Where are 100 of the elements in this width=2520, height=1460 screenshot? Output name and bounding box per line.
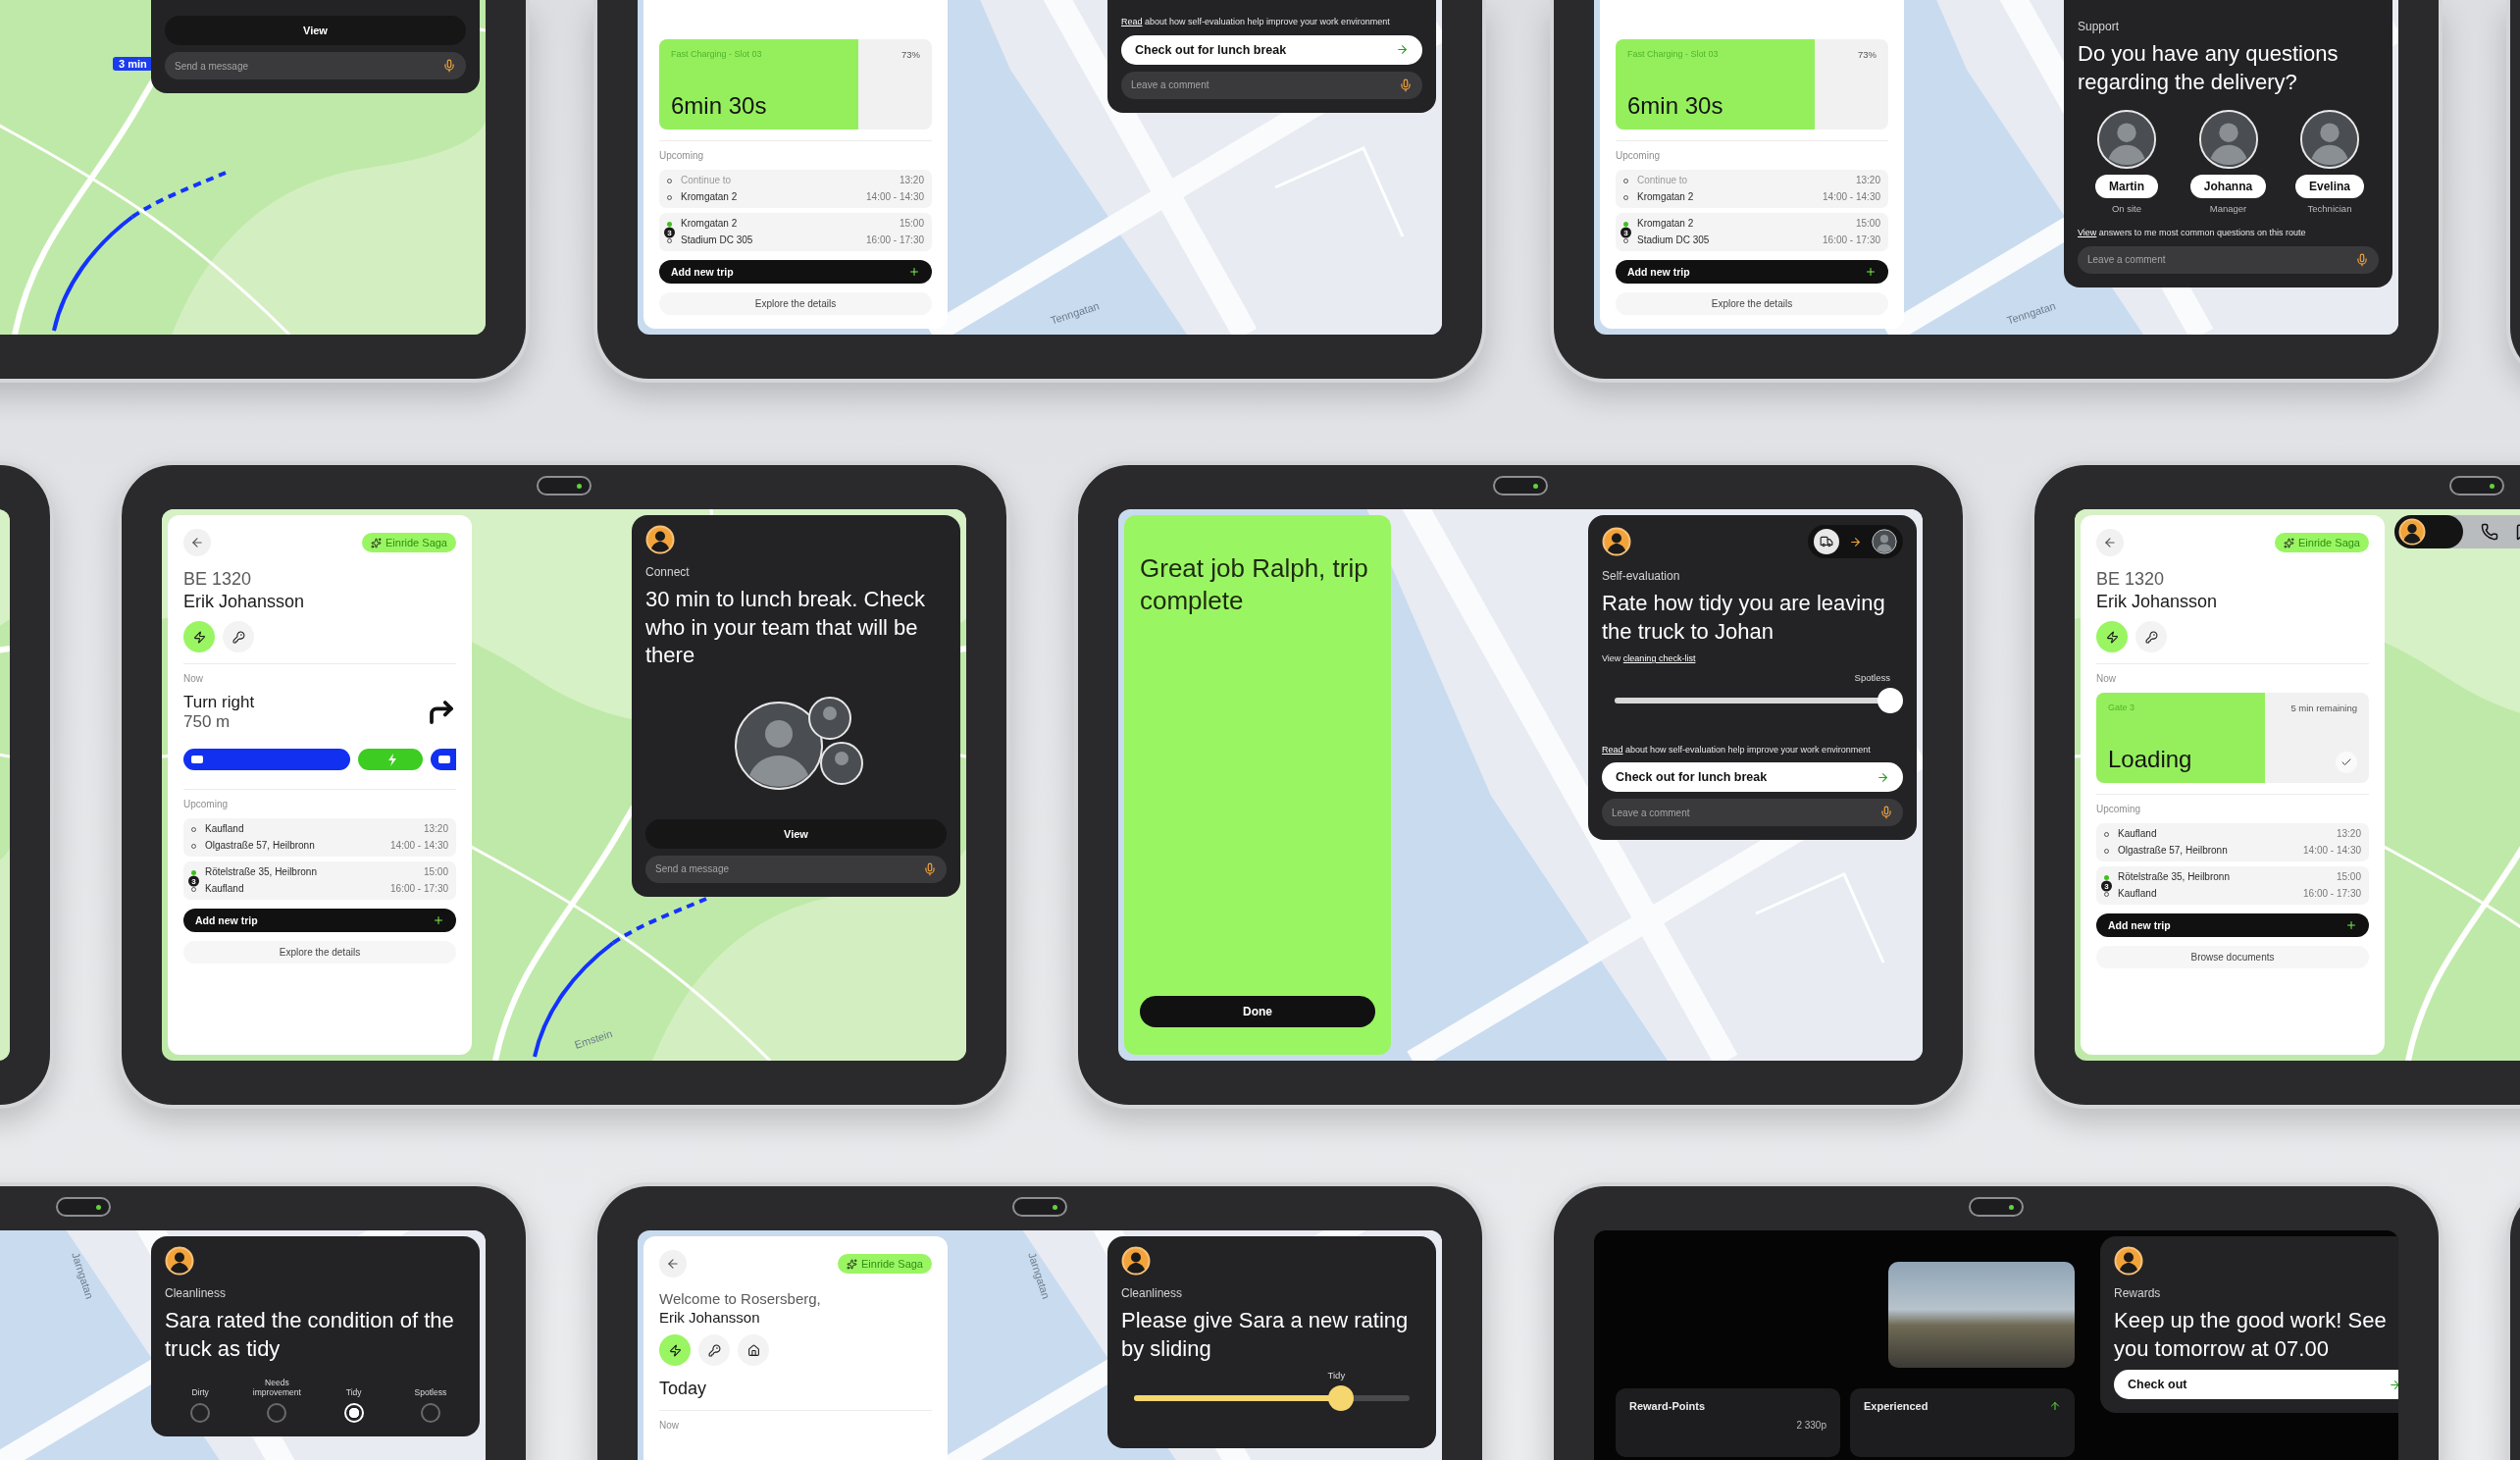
link[interactable]: Read <box>1602 744 1623 755</box>
key-icon <box>231 630 245 644</box>
done-button[interactable]: Done <box>1140 996 1375 1027</box>
link[interactable]: Read <box>1121 17 1143 26</box>
add-trip-button[interactable]: Add new trip <box>2096 913 2369 937</box>
view-button[interactable]: View <box>165 16 466 45</box>
checkout-button[interactable]: Check out for lunch break <box>1602 762 1903 793</box>
section-label: Now <box>183 673 204 684</box>
rating-option[interactable]: Spotless <box>394 1378 466 1424</box>
completion-heading: Great job Ralph, trip complete <box>1140 552 1369 616</box>
stop-time: 13:20 <box>423 823 448 835</box>
camera-drawing <box>1493 476 1548 495</box>
microphone-icon[interactable] <box>2355 252 2369 267</box>
plus-icon <box>2345 919 2357 931</box>
lightning-icon <box>192 630 206 644</box>
status-title: 6min 30s <box>1627 92 1724 120</box>
back-button[interactable] <box>183 529 211 556</box>
stop-time: 16:00 - 17:30 <box>390 883 448 895</box>
link[interactable]: View <box>2078 228 2097 238</box>
trip-group[interactable]: Continue to 13:20 Kromgatan 2 14:00 - 14:30 <box>659 170 932 208</box>
card-title: Rate how tidy you are leaving the truck to Johan <box>1602 590 1886 646</box>
stop-name: Kaufland <box>205 883 245 895</box>
stop-time: 14:00 - 14:30 <box>390 840 448 852</box>
trip-group[interactable]: Kaufland 13:20 Olgastraße 57, Heilbronn 14:00 - 14:30 <box>2096 823 2369 861</box>
mode-button[interactable] <box>2096 621 2128 652</box>
day-heading: Today <box>659 1379 708 1399</box>
comment-field[interactable]: Leave a comment <box>2078 245 2379 274</box>
comment-field[interactable]: Leave a comment <box>1121 71 1422 99</box>
microphone-icon[interactable] <box>442 59 456 73</box>
trip-group[interactable]: Kaufland 13:20 Olgastraße 57, Heilbronn 14:00 - 14:30 <box>183 818 456 857</box>
details-button[interactable]: Browse documents <box>2096 946 2369 968</box>
phone-icon[interactable] <box>2481 523 2498 541</box>
trip-group[interactable]: Continue to 13:20 Kromgatan 2 14:00 - 14:30 <box>1616 170 1888 208</box>
checkout-button[interactable]: Check out for lunch break <box>1121 34 1422 65</box>
camera-drawing <box>1969 1197 2024 1217</box>
card-title: 30 min to lunch break. Check who in your team that will be there <box>645 586 926 670</box>
stop-name: Kaufland <box>2118 828 2158 840</box>
add-trip-button[interactable]: Add new trip <box>659 260 932 284</box>
lightning-icon <box>668 1343 682 1357</box>
person-name[interactable]: Johanna <box>2189 175 2267 199</box>
details-button[interactable]: Explore the details <box>659 292 932 315</box>
status-note: 73% <box>901 49 920 60</box>
mode-button[interactable] <box>183 621 215 652</box>
rating-option[interactable]: Dirty <box>165 1378 236 1424</box>
mode-button[interactable] <box>223 621 254 652</box>
plus-icon <box>1865 266 1877 278</box>
trip-group[interactable]: 3 Kromgatan 2 15:00 Stadium DC 305 16:00 - 17:30 <box>659 213 932 251</box>
person-name[interactable]: Martin <box>2095 175 2158 199</box>
microphone-icon[interactable] <box>1879 806 1893 820</box>
card-eyebrow: Cleanliness <box>1121 1286 1184 1300</box>
rating-option[interactable]: Needs improvement <box>241 1378 313 1424</box>
details-button[interactable]: Explore the details <box>183 941 456 964</box>
trip-group[interactable]: 3 Kromgatan 2 15:00 Stadium DC 305 16:00 - 17:30 <box>1616 213 1888 251</box>
stop-time: 15:00 <box>2336 871 2361 883</box>
microphone-icon[interactable] <box>923 861 937 876</box>
stop-name: Kromgatan 2 <box>681 191 739 203</box>
tag-label: Einride Saga <box>861 1258 923 1270</box>
section-label: Upcoming <box>1616 150 1662 161</box>
slider-label: Tidy <box>1327 1370 1346 1382</box>
avatar-icon <box>1121 1246 1151 1276</box>
mode-button[interactable] <box>738 1334 769 1366</box>
arrow-right-icon <box>1877 770 1889 784</box>
slider-thumb[interactable] <box>1877 687 1903 713</box>
stop-marker-icon <box>2104 874 2109 880</box>
link[interactable]: cleaning check-list <box>1622 653 1696 664</box>
person-name[interactable]: Evelina <box>2295 175 2364 199</box>
trip-group[interactable]: 3 Rötelstraße 35, Heilbronn 15:00 Kaufland 16:00 - 17:30 <box>2096 866 2369 905</box>
key-icon <box>2144 630 2158 644</box>
check-icon[interactable] <box>2336 752 2357 773</box>
card-eyebrow: Self-evaluation <box>1602 569 1681 583</box>
mode-button[interactable] <box>698 1334 730 1366</box>
stop-name: Rötelstraße 35, Heilbronn <box>205 866 318 878</box>
back-button[interactable] <box>659 1250 687 1278</box>
avatar-icon <box>2197 109 2259 171</box>
stop-count-badge: 3 <box>664 227 675 237</box>
key-icon <box>707 1343 721 1357</box>
rating-option[interactable]: Tidy <box>318 1378 389 1424</box>
stop-time: 16:00 - 17:30 <box>866 235 924 246</box>
comment-field[interactable]: Send a message <box>165 52 466 79</box>
tag-label: Einride Saga <box>2298 537 2360 548</box>
mode-button[interactable] <box>659 1334 691 1366</box>
microphone-icon[interactable] <box>1399 78 1413 92</box>
add-trip-button[interactable]: Add new trip <box>1616 260 1888 284</box>
trip-group[interactable]: 3 Rötelstraße 35, Heilbronn 15:00 Kaufland 16:00 - 17:30 <box>183 861 456 900</box>
sparkle-icon <box>847 1258 857 1270</box>
comment-field[interactable]: Send a message <box>645 855 947 883</box>
card-title: Keep up the good work! See you tomorrow at 07.00 <box>2114 1307 2388 1363</box>
direction-distance: 750 m <box>183 712 231 732</box>
stop-time: 16:00 - 17:30 <box>1823 235 1880 246</box>
mode-button[interactable] <box>2135 621 2167 652</box>
checkout-button[interactable]: Check out <box>2114 1370 2398 1400</box>
back-button[interactable] <box>2096 529 2124 556</box>
comment-field[interactable]: Leave a comment <box>1602 799 1903 827</box>
add-trip-button[interactable]: Add new trip <box>183 909 456 932</box>
details-button[interactable]: Explore the details <box>1616 292 1888 315</box>
section-label: Upcoming <box>183 799 230 809</box>
arrow-right-icon <box>1396 43 1409 57</box>
person-role: Manager <box>2209 203 2247 215</box>
view-button[interactable]: View <box>645 818 947 849</box>
slider-thumb[interactable] <box>1327 1385 1354 1412</box>
